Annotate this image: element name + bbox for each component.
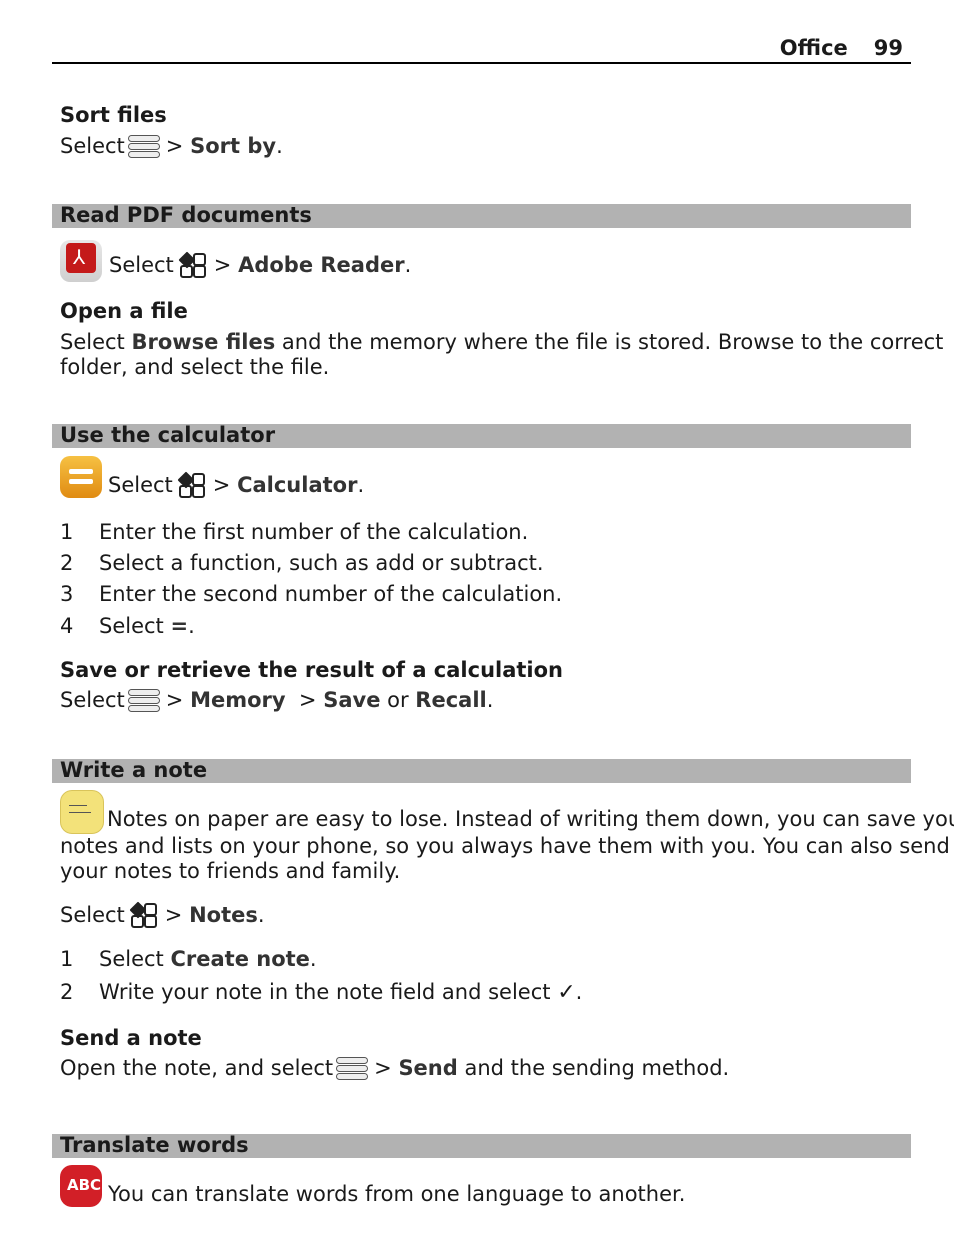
section-title: Read PDF documents xyxy=(60,203,312,227)
section-bar-notes: Write a note xyxy=(52,758,911,783)
page-header: Office 99 xyxy=(52,36,911,64)
text: Write your note in the note field and se… xyxy=(99,980,558,1004)
text: or xyxy=(380,688,416,712)
sort-files-instruction: Select > Sort by. xyxy=(60,134,283,159)
text: . xyxy=(276,134,283,158)
calculator-label: Calculator xyxy=(237,473,358,497)
step-number: 2 xyxy=(60,980,74,1004)
checkmark-icon: ✓ xyxy=(557,980,576,1005)
app-menu-icon xyxy=(129,901,157,928)
step-number: 4 xyxy=(60,614,74,638)
adobe-reader-icon: ⅄ xyxy=(60,240,102,282)
text: and the sending method. xyxy=(457,1056,730,1080)
notes-intro-line-2: notes and lists on your phone, so you al… xyxy=(60,834,950,858)
save-label: Save xyxy=(323,688,381,712)
text: Select xyxy=(109,253,174,277)
adobe-reader-label: Adobe Reader xyxy=(238,253,405,277)
text: and the memory where the file is stored.… xyxy=(275,330,944,354)
app-menu-icon xyxy=(178,251,206,278)
text: . xyxy=(357,473,365,497)
app-menu-icon xyxy=(177,471,205,498)
step-text: Enter the second number of the calculati… xyxy=(99,582,563,606)
notes-intro-line-1: Notes on paper are easy to lose. Instead… xyxy=(107,807,954,831)
text: > xyxy=(374,1056,399,1080)
text: > xyxy=(165,134,191,158)
options-menu-icon xyxy=(127,689,160,713)
notes-icon xyxy=(60,790,104,834)
text: > xyxy=(213,253,239,277)
text: Select xyxy=(99,614,171,638)
save-retrieve-instruction: Select > Memory > Save or Recall. xyxy=(60,688,493,713)
section-bar-read-pdf: Read PDF documents xyxy=(52,203,911,228)
create-note-label: Create note xyxy=(170,947,310,971)
section-title: Write a note xyxy=(60,758,208,782)
text: . xyxy=(404,253,412,277)
text: . xyxy=(575,980,583,1004)
text: Select xyxy=(99,947,171,971)
text: Select xyxy=(60,688,125,712)
text: > xyxy=(164,903,190,927)
send-label: Send xyxy=(398,1056,458,1080)
text: Open the note, and select xyxy=(60,1056,334,1080)
text: Select xyxy=(60,134,125,158)
text: Select xyxy=(60,903,125,927)
send-note-heading: Send a note xyxy=(60,1026,202,1050)
equals-label: = xyxy=(170,614,189,638)
translator-icon: ABC xyxy=(60,1165,102,1207)
step-text: Select a function, such as add or subtra… xyxy=(99,551,544,575)
open-file-line-2: folder, and select the file. xyxy=(60,355,330,379)
section-bar-calculator: Use the calculator xyxy=(52,423,911,448)
text: > xyxy=(285,688,324,712)
browse-files-label: Browse files xyxy=(131,330,276,354)
sort-by-label: Sort by xyxy=(190,134,277,158)
section-bar-translate: Translate words xyxy=(52,1133,911,1158)
text: > xyxy=(212,473,238,497)
recall-label: Recall xyxy=(415,688,487,712)
step-number: 1 xyxy=(60,947,74,971)
text: > xyxy=(165,688,191,712)
step-number: 1 xyxy=(60,520,74,544)
section-title: Translate words xyxy=(60,1133,249,1157)
send-note-instruction: Open the note, and select > Send and the … xyxy=(60,1056,729,1081)
text: . xyxy=(188,614,195,638)
translator-icon-label: ABC xyxy=(67,1176,102,1194)
step-text: Enter the first number of the calculatio… xyxy=(99,520,529,544)
save-retrieve-heading: Save or retrieve the result of a calcula… xyxy=(60,658,564,682)
calculator-icon xyxy=(60,456,102,498)
notes-label: Notes xyxy=(189,903,258,927)
text: . xyxy=(486,688,494,712)
chapter-title: Office xyxy=(779,36,848,60)
options-menu-icon xyxy=(336,1057,369,1081)
step-number: 3 xyxy=(60,582,74,606)
step-text: Write your note in the note field and se… xyxy=(99,980,582,1005)
step-number: 2 xyxy=(60,551,74,575)
options-menu-icon xyxy=(127,135,160,159)
translate-text: You can translate words from one languag… xyxy=(108,1182,686,1206)
open-file-heading: Open a file xyxy=(60,299,188,323)
memory-label: Memory xyxy=(190,688,286,712)
text: . xyxy=(257,903,265,927)
read-pdf-instruction: Select > Adobe Reader. xyxy=(109,251,412,278)
text: Select xyxy=(108,473,173,497)
page-number: 99 xyxy=(873,36,903,60)
notes-instruction: Select > Notes. xyxy=(60,901,265,928)
text: Select xyxy=(60,330,132,354)
notes-intro-line-3: your notes to friends and family. xyxy=(60,859,401,883)
calculator-instruction: Select > Calculator. xyxy=(108,471,365,498)
sort-files-heading: Sort files xyxy=(60,103,167,127)
open-file-line-1: Select Browse files and the memory where… xyxy=(60,330,943,355)
text: . xyxy=(309,947,317,971)
step-text: Select =. xyxy=(99,614,195,639)
section-title: Use the calculator xyxy=(60,423,276,447)
step-text: Select Create note. xyxy=(99,947,317,972)
